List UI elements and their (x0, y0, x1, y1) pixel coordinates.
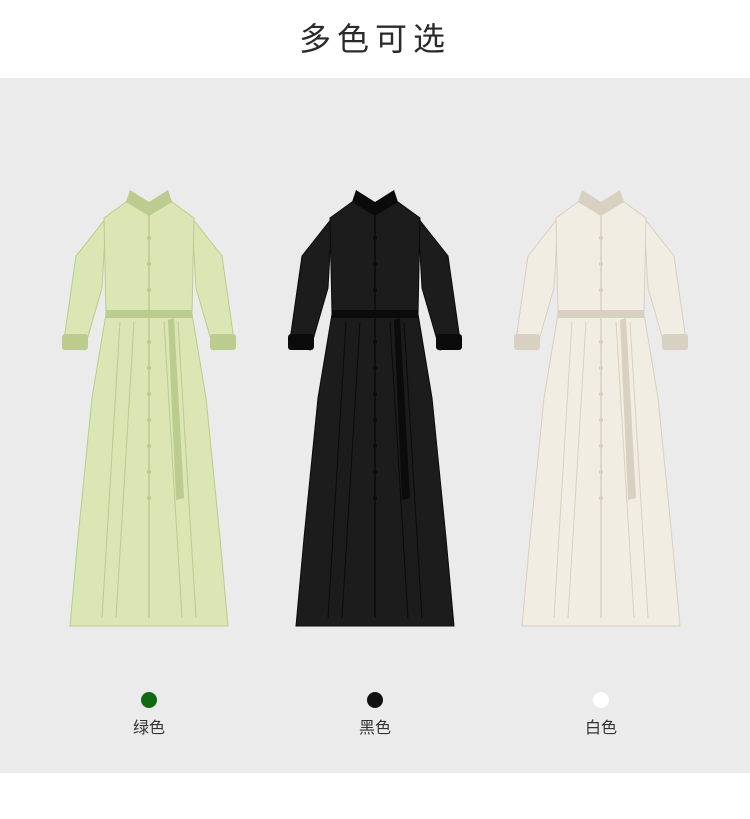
left-cuff (514, 334, 540, 350)
right-sleeve (191, 216, 235, 351)
button-dot (598, 235, 604, 241)
green-dress-image (62, 190, 236, 627)
left-sleeve (515, 216, 559, 351)
button-dot (372, 287, 378, 293)
left-sleeve (289, 216, 333, 351)
button-dot (598, 417, 604, 423)
button-dot (146, 495, 152, 501)
left-cuff (288, 334, 314, 350)
page-title: 多色可选 (298, 20, 451, 58)
button-dot (598, 391, 604, 397)
button-dot (372, 235, 378, 241)
button-dot (146, 339, 152, 345)
white-swatch[interactable] (593, 692, 609, 708)
button-dot (372, 417, 378, 423)
button-dot (372, 313, 378, 319)
button-dot (146, 235, 152, 241)
button-dot (598, 261, 604, 267)
green-swatch[interactable] (141, 692, 157, 708)
button-dot (146, 443, 152, 449)
black-swatch[interactable] (367, 692, 383, 708)
button-dot (146, 261, 152, 267)
right-sleeve (643, 216, 687, 351)
white-dress-image (514, 190, 688, 627)
button-dot (372, 495, 378, 501)
color-label-black: 黑色 (358, 718, 391, 737)
color-options-panel: 绿色 黑色 白色 (0, 78, 750, 773)
button-dot (372, 391, 378, 397)
button-dot (598, 495, 604, 501)
button-dot (372, 261, 378, 267)
button-dot (146, 417, 152, 423)
footer-spacer (0, 773, 750, 819)
right-sleeve (417, 216, 461, 351)
color-option-green[interactable]: 绿色 (24, 78, 274, 773)
color-option-white[interactable]: 白色 (476, 78, 726, 773)
right-cuff (662, 334, 688, 350)
button-dot (598, 313, 604, 319)
button-dot (372, 365, 378, 371)
button-dot (372, 339, 378, 345)
button-dot (146, 365, 152, 371)
button-dot (598, 469, 604, 475)
color-label-green: 绿色 (132, 718, 165, 737)
color-option-black[interactable]: 黑色 (250, 78, 500, 773)
right-cuff (436, 334, 462, 350)
header: 多色可选 (0, 0, 750, 78)
button-dot (372, 443, 378, 449)
button-dot (146, 469, 152, 475)
left-sleeve (63, 216, 107, 351)
button-dot (146, 313, 152, 319)
button-dot (146, 287, 152, 293)
color-label-white: 白色 (584, 718, 617, 737)
button-dot (372, 469, 378, 475)
left-cuff (62, 334, 88, 350)
black-dress-image (288, 190, 462, 627)
button-dot (598, 287, 604, 293)
right-cuff (210, 334, 236, 350)
button-dot (598, 365, 604, 371)
button-dot (598, 339, 604, 345)
button-dot (598, 443, 604, 449)
button-dot (146, 391, 152, 397)
